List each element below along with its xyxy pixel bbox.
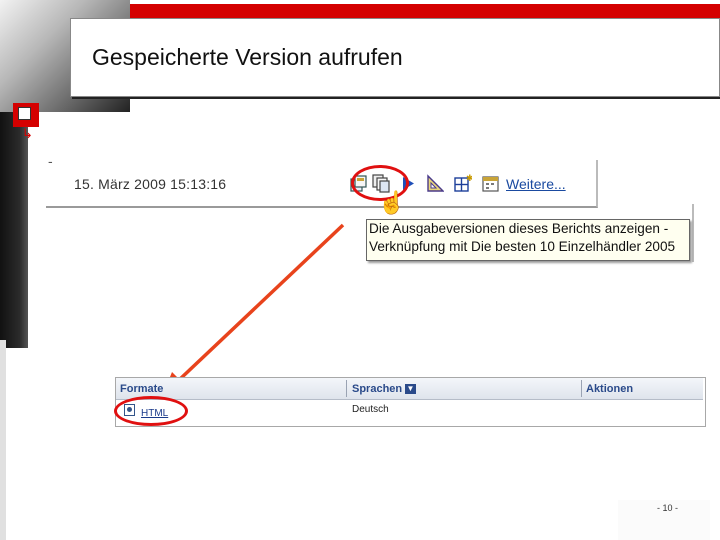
column-separator: [581, 380, 582, 397]
hand-cursor-icon: ☝: [378, 190, 406, 215]
toolbar-dash: -: [48, 153, 53, 169]
bullet-arrow-icon: ↳: [22, 126, 33, 141]
sort-dropdown-icon[interactable]: ▼: [405, 384, 416, 394]
grid-add-icon[interactable]: ✱: [453, 174, 472, 193]
tooltip-text: Die Ausgabeversionen dieses Berichts anz…: [369, 220, 675, 256]
column-header-formats[interactable]: Formate: [120, 383, 163, 395]
column-header-actions: Aktionen: [586, 383, 634, 395]
triangle-ruler-icon[interactable]: [425, 174, 444, 193]
highlight-circle: [114, 396, 188, 426]
bullet-icon-inner: [18, 107, 31, 120]
more-link[interactable]: Weitere...: [506, 176, 566, 192]
report-timestamp: 15. März 2009 15:13:16: [74, 176, 227, 192]
page-title: Gespeicherte Version aufrufen: [92, 44, 403, 70]
tooltip-line-1: Die Ausgabeversionen dieses Berichts anz…: [369, 221, 669, 236]
slide-decoration-strip: [0, 340, 6, 540]
svg-text:✱: ✱: [466, 174, 472, 184]
calendar-schedule-icon[interactable]: [481, 174, 500, 193]
page-number: - 10 -: [657, 503, 679, 513]
column-header-languages[interactable]: Sprachen: [352, 383, 402, 395]
column-separator: [346, 380, 347, 397]
language-cell: Deutsch: [352, 404, 389, 415]
slide-accent-bar: [130, 4, 720, 18]
tooltip-line-2: Verknüpfung mit Die besten 10 Einzelhänd…: [369, 239, 676, 254]
